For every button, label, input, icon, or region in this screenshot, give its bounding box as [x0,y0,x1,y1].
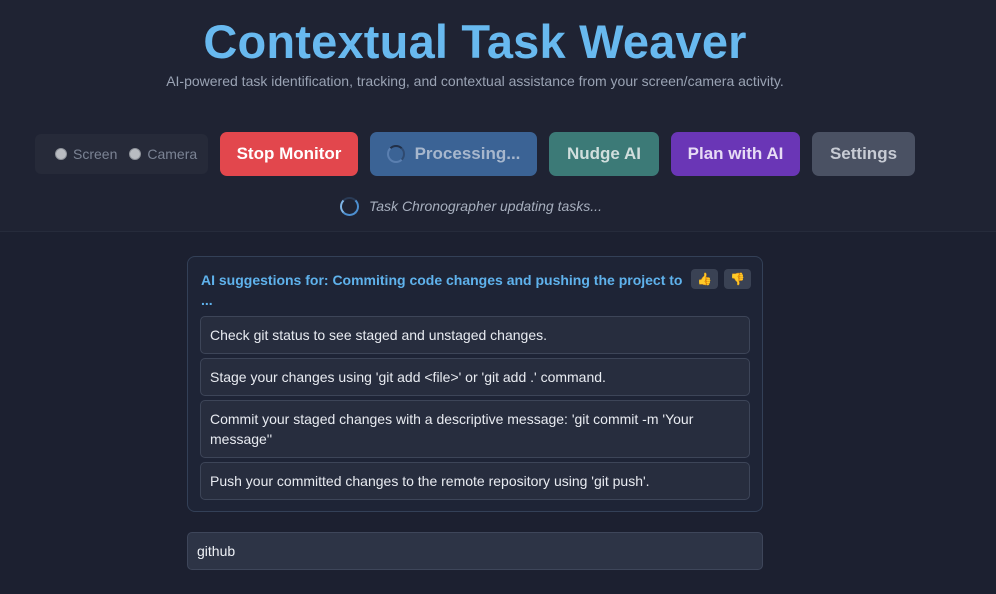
task-input-value: github [197,543,236,559]
thumbs-up-icon: 👍 [697,272,712,286]
page-title: Contextual Task Weaver [203,15,747,68]
source-toggle: Screen Camera [35,134,208,174]
stop-monitor-label: Stop Monitor [236,144,342,163]
thumbs-down-icon: 👎 [730,272,745,286]
settings-label: Settings [829,144,898,163]
radio-screen[interactable]: Screen [55,146,117,162]
nudge-ai-label: Nudge AI [567,144,641,163]
suggestions-panel: AI suggestions for: Commiting code chang… [187,256,763,512]
plan-with-ai-label: Plan with AI [687,144,784,163]
thumbs-down-button[interactable]: 👎 [724,269,751,289]
loading-spinner-icon [340,196,359,216]
plan-with-ai-button[interactable]: Plan with AI [671,132,800,176]
spinner-icon [386,145,405,163]
status-line: Task Chronographer updating tasks... [340,196,602,216]
radio-screen-label: Screen [73,146,118,162]
nudge-ai-button[interactable]: Nudge AI [549,132,659,176]
suggestion-item[interactable]: Push your committed changes to the remot… [200,462,750,500]
suggestion-item[interactable]: Stage your changes using 'git add <file>… [200,358,750,396]
app-header: Contextual Task Weaver AI-powered task i… [0,0,996,232]
task-input[interactable]: github [187,532,763,570]
suggestions-heading: AI suggestions for: Commiting code chang… [201,272,683,308]
suggestion-item[interactable]: Check git status to see staged and unsta… [200,316,750,354]
stop-monitor-button[interactable]: Stop Monitor [220,132,358,176]
processing-button[interactable]: Processing... [370,132,537,176]
thumbs-up-button[interactable]: 👍 [691,269,718,289]
radio-camera-label: Camera [147,146,198,162]
suggestion-item[interactable]: Commit your staged changes with a descri… [200,400,750,458]
radio-camera[interactable]: Camera [129,146,197,162]
settings-button[interactable]: Settings [812,132,915,176]
radio-dot-icon[interactable] [129,148,142,160]
radio-dot-icon[interactable] [55,148,67,160]
status-text: Task Chronographer updating tasks... [369,198,602,214]
processing-label: Processing... [414,144,521,163]
page-subtitle: AI-powered task identification, tracking… [166,73,784,89]
